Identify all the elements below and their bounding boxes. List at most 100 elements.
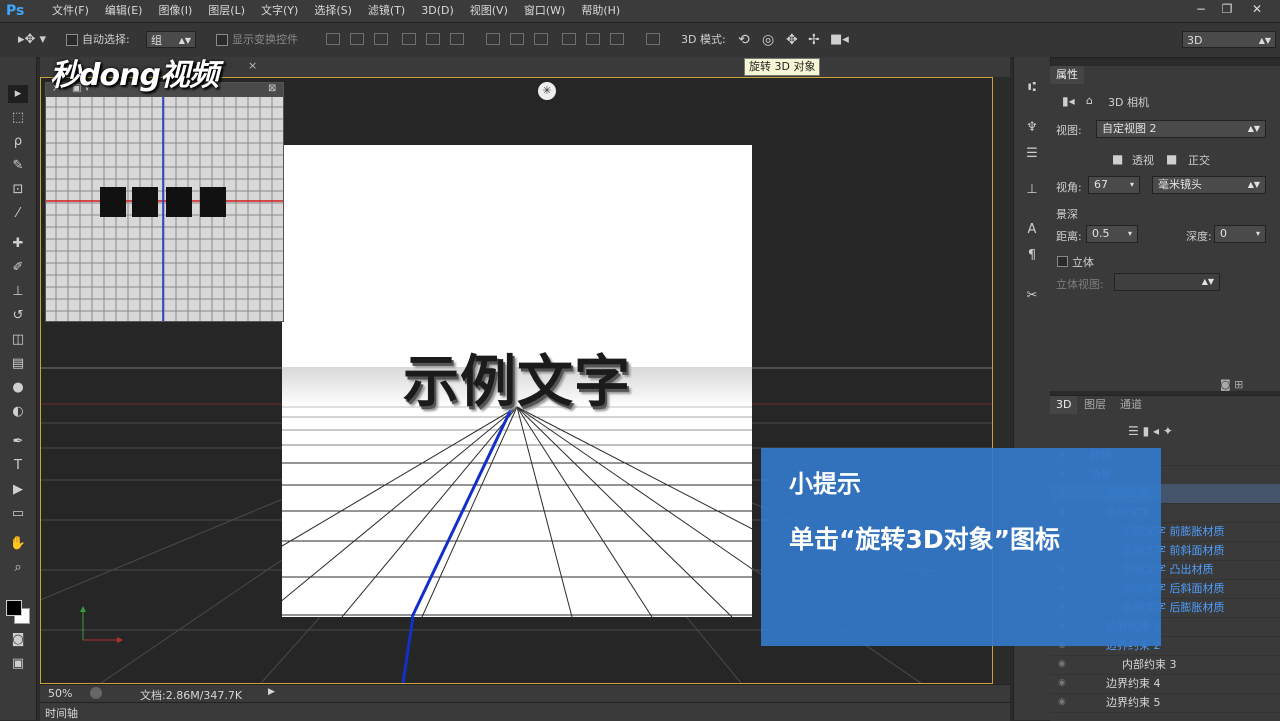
layer-comps-icon[interactable]: ⊥: [1023, 181, 1041, 199]
timeline-panel-tab[interactable]: 时间轴: [40, 702, 1010, 721]
auto-select-checkbox[interactable]: [66, 34, 78, 46]
menu-item[interactable]: 滤镜(T): [360, 0, 413, 22]
type-tool-icon[interactable]: T: [8, 457, 28, 475]
gradient-tool-icon[interactable]: ▤: [8, 355, 28, 373]
tab-3d[interactable]: 3D: [1050, 396, 1078, 414]
screen-mode-icon[interactable]: ▣: [8, 655, 28, 673]
visibility-eye-icon[interactable]: ◉: [1058, 655, 1066, 674]
align-bottom-icon[interactable]: [374, 33, 388, 45]
tool-presets-icon[interactable]: ✂: [1023, 287, 1041, 305]
visibility-eye-icon[interactable]: ◉: [1058, 674, 1066, 693]
axis-gizmo-icon[interactable]: [79, 606, 125, 646]
scene-tree-row[interactable]: ◉ 边界约束 5: [1050, 693, 1280, 713]
quick-select-tool-icon[interactable]: ✎: [8, 157, 28, 175]
distribute-vcenter-icon[interactable]: [510, 33, 524, 45]
foreground-color-swatch[interactable]: [6, 600, 22, 616]
stereo-view-dropdown[interactable]: ▲▼: [1114, 273, 1220, 291]
adjustments-panel-icon[interactable]: ☰: [1023, 145, 1041, 163]
blur-tool-icon[interactable]: ●: [8, 379, 28, 397]
distribute-left-icon[interactable]: [562, 33, 576, 45]
shape-tool-icon[interactable]: ▭: [8, 505, 28, 523]
3d-secondary-view[interactable]: × ▣ ▾ ⊠: [45, 82, 284, 322]
properties-footer-icons[interactable]: ◙ ⊞: [1220, 378, 1243, 391]
perspective-option[interactable]: 透视: [1132, 152, 1154, 168]
eraser-tool-icon[interactable]: ◫: [8, 331, 28, 349]
ortho-cube-icon[interactable]: ■: [1166, 152, 1177, 166]
perspective-cube-icon[interactable]: ■: [1112, 152, 1123, 166]
distribute-right-icon[interactable]: [610, 33, 624, 45]
stereo-checkbox[interactable]: [1057, 256, 1068, 267]
paragraph-panel-icon[interactable]: ¶: [1023, 247, 1041, 265]
properties-tab[interactable]: 属性: [1050, 66, 1084, 84]
move-tool-icon[interactable]: ▸: [8, 85, 28, 103]
close-tab-icon[interactable]: ×: [248, 59, 257, 72]
auto-select-dropdown[interactable]: 组 ▲▼: [146, 31, 196, 48]
history-panel-icon[interactable]: ⑆: [1023, 79, 1041, 97]
align-right-icon[interactable]: [450, 33, 464, 45]
move-tool-icon[interactable]: ▸✥ ▾: [18, 31, 46, 49]
scene-tree-row[interactable]: ◉ 边界约束 4: [1050, 674, 1280, 694]
pen-tool-icon[interactable]: ✒: [8, 433, 28, 451]
hand-tool-icon[interactable]: ✋: [8, 535, 28, 553]
align-hcenter-icon[interactable]: [426, 33, 440, 45]
character-panel-icon[interactable]: A: [1023, 221, 1041, 239]
tab-channels[interactable]: 通道: [1114, 396, 1148, 414]
menu-item[interactable]: 3D(D): [413, 0, 462, 22]
scene-tree-row[interactable]: ◉ 内部约束 3: [1050, 655, 1280, 675]
zoom-tool-icon[interactable]: ⌕: [8, 559, 28, 577]
menu-item[interactable]: 帮助(H): [573, 0, 628, 22]
restore-button[interactable]: ❐: [1216, 0, 1238, 18]
align-top-icon[interactable]: [326, 33, 340, 45]
panel-filter-icons[interactable]: ☰ ▮ ◂ ✦: [1128, 424, 1173, 438]
history-brush-icon[interactable]: ↺: [8, 307, 28, 325]
scale-3d-object-icon[interactable]: ■◂: [830, 31, 849, 49]
menu-item[interactable]: 图像(I): [150, 0, 200, 22]
menu-item[interactable]: 视图(V): [462, 0, 516, 22]
close-button[interactable]: ✕: [1246, 0, 1268, 18]
document-canvas[interactable]: 示例文字: [282, 145, 752, 617]
status-menu-arrow-icon[interactable]: ▶: [268, 687, 275, 697]
depth-input[interactable]: 0 ▾: [1214, 225, 1266, 243]
tab-layers[interactable]: 图层: [1078, 396, 1112, 414]
roll-3d-object-icon[interactable]: ◎: [762, 31, 774, 49]
sample-3d-text[interactable]: 示例文字: [282, 337, 752, 418]
stamp-tool-icon[interactable]: ⊥: [8, 283, 28, 301]
distribute-top-icon[interactable]: [486, 33, 500, 45]
distribute-hcenter-icon[interactable]: [586, 33, 600, 45]
healing-tool-icon[interactable]: ✚: [8, 235, 28, 253]
align-vcenter-icon[interactable]: [350, 33, 364, 45]
ortho-option[interactable]: 正交: [1188, 152, 1210, 168]
distance-input[interactable]: 0.5 ▾: [1086, 225, 1138, 243]
drag-3d-object-icon[interactable]: ✥: [786, 31, 798, 49]
crop-tool-icon[interactable]: ⊡: [8, 181, 28, 199]
menu-item[interactable]: 文件(F): [44, 0, 97, 22]
quick-mask-icon[interactable]: ◙: [8, 631, 28, 649]
distribute-bottom-icon[interactable]: [534, 33, 548, 45]
fov-input[interactable]: 67 ▾: [1088, 176, 1140, 194]
auto-align-icon[interactable]: [646, 33, 660, 45]
menu-item[interactable]: 文字(Y): [253, 0, 306, 22]
light-widget-icon[interactable]: ✳: [538, 82, 556, 100]
lens-dropdown[interactable]: 毫米镜头 ▲▼: [1152, 176, 1266, 194]
visibility-eye-icon[interactable]: ◉: [1058, 693, 1066, 712]
status-info-icon[interactable]: [90, 687, 102, 699]
slide-3d-object-icon[interactable]: ✢: [808, 31, 820, 49]
menu-item[interactable]: 窗口(W): [516, 0, 573, 22]
marquee-tool-icon[interactable]: ⬚: [8, 109, 28, 127]
lasso-tool-icon[interactable]: ρ: [8, 133, 28, 151]
view-dropdown[interactable]: 自定视图 2 ▲▼: [1096, 120, 1266, 138]
minimize-button[interactable]: −: [1190, 0, 1212, 18]
zoom-level[interactable]: 50%: [48, 687, 72, 700]
dodge-tool-icon[interactable]: ◐: [8, 403, 28, 421]
workspace-dropdown[interactable]: 3D ▲▼: [1182, 31, 1276, 48]
menu-item[interactable]: 编辑(E): [97, 0, 151, 22]
brush-tool-icon[interactable]: ✐: [8, 259, 28, 277]
swap-view-icon[interactable]: ⊠: [268, 83, 276, 94]
align-left-icon[interactable]: [402, 33, 416, 45]
path-select-tool-icon[interactable]: ▶: [8, 481, 28, 499]
eyedropper-tool-icon[interactable]: ⁄: [8, 205, 28, 223]
show-transform-checkbox[interactable]: [216, 34, 228, 46]
menu-item[interactable]: 选择(S): [306, 0, 360, 22]
rotate-3d-object-icon[interactable]: ⟲: [738, 31, 750, 49]
menu-item[interactable]: 图层(L): [200, 0, 253, 22]
